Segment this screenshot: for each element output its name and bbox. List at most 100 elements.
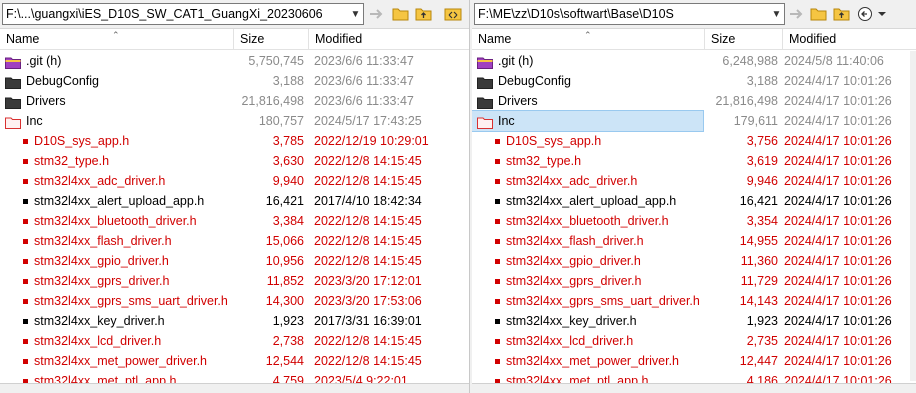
folder-row[interactable]: Inc 179,611 2024/4/17 10:01:26: [472, 110, 916, 132]
size-cell: 21,816,498: [241, 94, 304, 108]
name-cell[interactable]: D10S_sys_app.h: [0, 131, 232, 151]
swap-arrow-icon[interactable]: [367, 5, 387, 23]
name-column-header[interactable]: Name ⌃: [0, 29, 234, 50]
file-row[interactable]: stm32l4xx_gprs_driver.h 11,852 2023/3/20 1…: [0, 271, 469, 291]
name-cell[interactable]: stm32l4xx_gprs_driver.h: [472, 271, 703, 291]
name-cell[interactable]: .git (h): [0, 51, 232, 71]
file-row[interactable]: stm32l4xx_key_driver.h 1,923 2024/4/17 10:…: [472, 311, 916, 331]
size-cell: 14,143: [739, 294, 778, 308]
file-row[interactable]: stm32l4xx_met_power_driver.h 12,544 2022/1…: [0, 351, 469, 371]
file-row[interactable]: stm32l4xx_alert_upload_app.h 16,421 2024/4…: [472, 191, 916, 211]
size-column-header[interactable]: Size: [705, 29, 783, 50]
file-row[interactable]: stm32l4xx_gprs_sms_uart_driver.h 14,300 20…: [0, 291, 469, 311]
left-path-input[interactable]: F:\...\guangxi\iES_D10S_SW_CAT1_GuangXi_…: [2, 3, 364, 25]
file-row[interactable]: stm32l4xx_flash_driver.h 15,066 2022/12/8 …: [0, 231, 469, 251]
name-cell[interactable]: stm32_type.h: [0, 151, 232, 171]
folder-row[interactable]: .git (h) 5,750,745 2023/6/6 11:33:47: [0, 51, 469, 71]
name-cell[interactable]: stm32l4xx_lcd_driver.h: [0, 331, 232, 351]
name-cell[interactable]: stm32l4xx_gprs_sms_uart_driver.h: [0, 291, 232, 311]
folder-icon: [5, 75, 21, 89]
file-name: stm32l4xx_gprs_driver.h: [34, 274, 170, 288]
open-folder-icon[interactable]: [809, 5, 829, 23]
file-row[interactable]: stm32l4xx_adc_driver.h 9,940 2022/12/8 14:…: [0, 171, 469, 191]
forward-dropdown-icon[interactable]: [874, 5, 890, 23]
file-different-icon: [23, 158, 28, 164]
file-row[interactable]: stm32l4xx_key_driver.h 1,923 2017/3/31 16:…: [0, 311, 469, 331]
file-row[interactable]: stm32l4xx_alert_upload_app.h 16,421 2017/4…: [0, 191, 469, 211]
file-row[interactable]: stm32l4xx_met_power_driver.h 12,447 2024/4…: [472, 351, 916, 371]
name-cell[interactable]: stm32l4xx_adc_driver.h: [0, 171, 232, 191]
file-row[interactable]: D10S_sys_app.h 3,756 2024/4/17 10:01:26: [472, 131, 916, 151]
name-cell[interactable]: stm32l4xx_met_power_driver.h: [0, 351, 232, 371]
folder-row[interactable]: Drivers 21,816,498 2024/4/17 10:01:26: [472, 91, 916, 111]
open-folder-icon[interactable]: [391, 5, 411, 23]
sync-compare-icon[interactable]: [443, 5, 463, 23]
name-cell[interactable]: stm32l4xx_key_driver.h: [0, 311, 232, 331]
size-cell: 12,447: [739, 354, 778, 368]
parent-folder-icon[interactable]: [414, 5, 434, 23]
name-cell[interactable]: stm32l4xx_key_driver.h: [472, 311, 703, 331]
name-cell[interactable]: D10S_sys_app.h: [472, 131, 703, 151]
folder-row[interactable]: DebugConfig 3,188 2024/4/17 10:01:26: [472, 71, 916, 91]
modified-column-header[interactable]: Modified: [783, 29, 916, 50]
file-row[interactable]: stm32_type.h 3,630 2022/12/8 14:15:45: [0, 151, 469, 171]
name-cell[interactable]: stm32l4xx_alert_upload_app.h: [472, 191, 703, 211]
modified-cell: 2024/4/17 10:01:26: [784, 114, 892, 128]
size-cell: 3,756: [746, 134, 778, 148]
folder-row[interactable]: .git (h) 6,248,988 2024/5/8 11:40:06: [472, 51, 916, 71]
name-cell[interactable]: stm32l4xx_alert_upload_app.h: [0, 191, 232, 211]
name-cell[interactable]: stm32l4xx_bluetooth_driver.h: [0, 211, 232, 231]
file-row[interactable]: stm32l4xx_gprs_driver.h 11,729 2024/4/17 1…: [472, 271, 916, 291]
file-row[interactable]: stm32l4xx_bluetooth_driver.h 3,384 2022/12…: [0, 211, 469, 231]
size-cell: 1,923: [746, 314, 778, 328]
file-row[interactable]: stm32l4xx_flash_driver.h 14,955 2024/4/17 …: [472, 231, 916, 251]
name-cell[interactable]: Drivers: [472, 91, 703, 111]
folder-row[interactable]: Drivers 21,816,498 2023/6/6 11:33:47: [0, 91, 469, 111]
name-cell[interactable]: stm32l4xx_gpio_driver.h: [0, 251, 232, 271]
modified-column-header[interactable]: Modified: [309, 29, 469, 50]
swap-arrow-icon[interactable]: [787, 5, 807, 23]
file-row[interactable]: stm32l4xx_gprs_sms_uart_driver.h 14,143 20…: [472, 291, 916, 311]
right-horizontal-scrollbar[interactable]: [472, 383, 916, 393]
name-cell[interactable]: stm32l4xx_adc_driver.h: [472, 171, 703, 191]
name-cell[interactable]: stm32l4xx_gprs_sms_uart_driver.h: [472, 291, 703, 311]
name-cell[interactable]: stm32l4xx_gprs_driver.h: [0, 271, 232, 291]
right-vertical-scrollbar[interactable]: [910, 51, 916, 381]
name-cell[interactable]: Drivers: [0, 91, 232, 111]
left-horizontal-scrollbar[interactable]: [0, 383, 469, 393]
name-cell[interactable]: stm32l4xx_flash_driver.h: [0, 231, 232, 251]
folder-row[interactable]: Inc 180,757 2024/5/17 17:43:25: [0, 111, 469, 131]
file-row[interactable]: stm32_type.h 3,619 2024/4/17 10:01:26: [472, 151, 916, 171]
size-cell: 10,956: [265, 254, 304, 268]
file-name: .git (h): [498, 54, 534, 68]
file-row[interactable]: stm32l4xx_lcd_driver.h 2,738 2022/12/8 14:…: [0, 331, 469, 351]
right-path-input[interactable]: F:\ME\zz\D10s\softwart\Base\D10S ▼: [474, 3, 785, 25]
file-row[interactable]: D10S_sys_app.h 3,785 2022/12/19 10:29:01: [0, 131, 469, 151]
file-row[interactable]: stm32l4xx_lcd_driver.h 2,735 2024/4/17 10:…: [472, 331, 916, 351]
name-cell[interactable]: DebugConfig: [0, 71, 232, 91]
modified-cell: 2024/4/17 10:01:26: [784, 214, 892, 228]
name-cell[interactable]: stm32l4xx_lcd_driver.h: [472, 331, 703, 351]
folder-row[interactable]: DebugConfig 3,188 2023/6/6 11:33:47: [0, 71, 469, 91]
name-cell[interactable]: stm32l4xx_bluetooth_driver.h: [472, 211, 703, 231]
name-cell[interactable]: DebugConfig: [472, 71, 703, 91]
chevron-down-icon[interactable]: ▼: [347, 4, 363, 24]
name-cell[interactable]: stm32l4xx_flash_driver.h: [472, 231, 703, 251]
name-cell[interactable]: stm32l4xx_gpio_driver.h: [472, 251, 703, 271]
name-cell[interactable]: Inc: [472, 110, 704, 132]
back-circle-icon[interactable]: [855, 5, 875, 23]
size-column-header[interactable]: Size: [234, 29, 309, 50]
name-cell[interactable]: stm32l4xx_met_power_driver.h: [472, 351, 703, 371]
file-row[interactable]: stm32l4xx_bluetooth_driver.h 3,354 2024/4/…: [472, 211, 916, 231]
file-name: stm32l4xx_flash_driver.h: [34, 234, 172, 248]
name-cell[interactable]: .git (h): [472, 51, 703, 71]
size-cell: 11,852: [266, 274, 304, 288]
name-column-header[interactable]: Name ⌃: [472, 29, 705, 50]
name-cell[interactable]: stm32_type.h: [472, 151, 703, 171]
name-cell[interactable]: Inc: [0, 111, 232, 131]
file-row[interactable]: stm32l4xx_adc_driver.h 9,946 2024/4/17 10:…: [472, 171, 916, 191]
parent-folder-icon[interactable]: [832, 5, 852, 23]
file-row[interactable]: stm32l4xx_gpio_driver.h 11,360 2024/4/17 1…: [472, 251, 916, 271]
file-row[interactable]: stm32l4xx_gpio_driver.h 10,956 2022/12/8 1…: [0, 251, 469, 271]
chevron-down-icon[interactable]: ▼: [768, 4, 784, 24]
